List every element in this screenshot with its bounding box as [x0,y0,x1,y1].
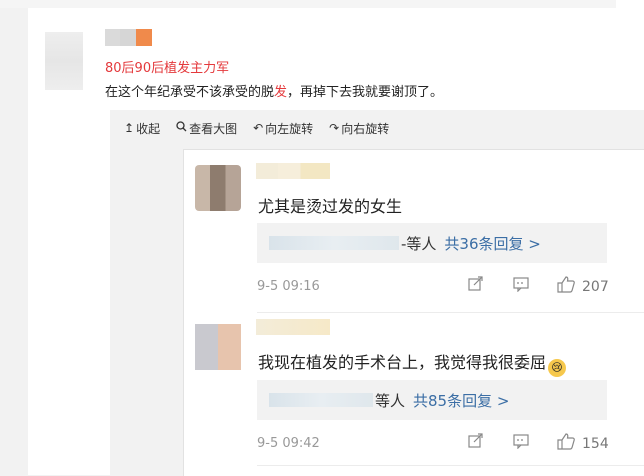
replier-names-blurred [269,236,399,250]
reply-count-link: 共36条回复 > [444,234,541,253]
like-count: 207 [582,279,609,295]
post-text: 在这个年纪承受不该承受的脱发，再掉下去我就要谢顶了。 [105,81,443,100]
post-text-part: ，再掉下去我就要谢顶了。 [287,85,444,100]
view-large-button[interactable]: 查看大图 [176,120,237,136]
commenter-name-blurred [256,163,330,179]
search-icon [176,121,187,135]
rotate-left-icon: ↶ [253,121,264,135]
comment-text: 我现在植发的手术台上，我觉得我很委屈 😢 [258,349,567,377]
like-count: 154 [582,436,609,452]
post-avatar[interactable] [45,32,83,90]
comment-icon [513,433,529,453]
thumbs-up-icon [557,433,575,454]
reply-summary: -等人 共36条回复 > [257,223,607,263]
commenter-name-blurred [256,319,330,335]
post-text-highlight: 发 [274,85,288,100]
avatar [195,165,241,211]
rotate-left-button[interactable]: ↶ 向左旋转 [253,120,313,136]
comment-divider [257,312,644,313]
rotate-right-button[interactable]: ↷ 向右旋转 [329,120,389,136]
image-toolbar: ↥ 收起 查看大图 ↶ 向左旋转 ↷ 向右旋转 [124,120,389,136]
post-author-name-blurred[interactable] [105,29,152,46]
post-topic-link[interactable]: 80后90后植发主力军 [105,57,229,76]
reply-suffix: -等人 [401,234,437,253]
comment-time: 9-5 09:16 [257,279,320,294]
comment-text-content: 我现在植发的手术台上，我觉得我很委屈 [258,353,547,372]
share-icon [468,276,484,296]
collapse-label: 收起 [136,121,161,136]
comment-text: 尤其是烫过发的女生 [258,197,403,216]
comment-divider [257,465,644,466]
post-text-part: 在这个年纪承受不该承受的脱 [105,85,275,100]
comment-time: 9-5 09:42 [257,436,320,451]
top-divider [0,0,616,8]
reply-summary: 等人 共85条回复 > [257,380,607,420]
thumbs-up-icon [557,276,575,297]
reply-suffix: 等人 [375,391,406,410]
rotate-left-label: 向左旋转 [265,121,314,136]
rotate-right-label: 向右旋转 [341,121,390,136]
crying-face-icon: 😢 [548,359,567,377]
rotate-right-icon: ↷ [329,121,340,135]
replier-names-blurred [269,393,373,407]
avatar [195,324,241,370]
comment-icon [513,276,529,296]
reply-count-link: 共85条回复 > [413,391,510,410]
view-large-label: 查看大图 [189,121,238,136]
arrow-up-icon: ↥ [124,121,135,135]
collapse-button[interactable]: ↥ 收起 [124,120,160,136]
share-icon [468,433,484,453]
